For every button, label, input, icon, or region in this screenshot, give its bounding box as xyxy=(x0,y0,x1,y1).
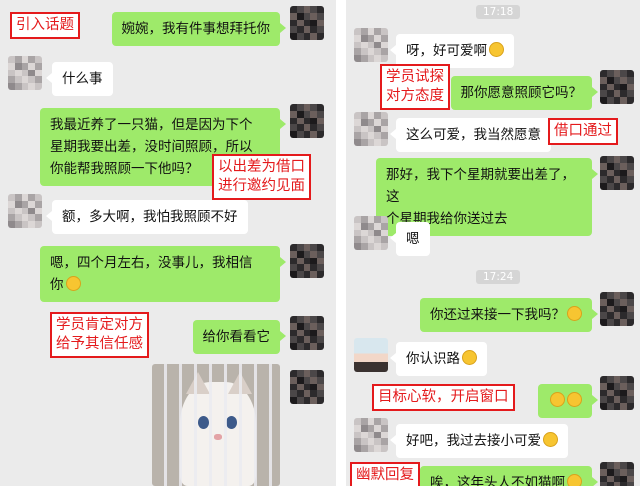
smile-emoji-icon xyxy=(65,276,81,291)
message-bubble-self[interactable]: 婉婉，我有件事想拜托你 xyxy=(111,12,286,46)
annotation-line: 对方态度 xyxy=(386,88,444,104)
annotation-label: 学员试探 对方态度 xyxy=(380,64,450,110)
message-bubble-other[interactable]: 嗯 xyxy=(390,222,430,256)
message-line: 我最近养了一只猫，但是因为下个 xyxy=(50,117,253,133)
contact-avatar[interactable] xyxy=(354,112,388,146)
timestamp: 17:18 xyxy=(476,5,521,19)
cage-bars xyxy=(152,364,280,486)
message-bubble-self[interactable]: 嗯，四个月左右，没事儿，我相信 你 xyxy=(40,246,286,302)
annotation-label: 幽默回复 xyxy=(350,462,420,486)
message-bubble-other[interactable]: 什么事 xyxy=(46,62,113,96)
self-avatar[interactable] xyxy=(290,104,324,138)
self-avatar[interactable] xyxy=(290,6,324,40)
annotation-line: 以出差为借口 xyxy=(218,159,305,175)
message-line: 你 xyxy=(50,274,270,296)
annotation-label: 学员肯定对方 给予其信任感 xyxy=(50,312,149,358)
message-bubble-self[interactable]: 那你愿意照顾它吗？ xyxy=(450,76,598,110)
message-bubble-self[interactable]: 唉，这年头人不如猫啊 xyxy=(420,466,598,486)
message-bubble-other[interactable]: 这么可爱，我当然愿意 xyxy=(390,118,551,152)
chat-panel-left: 婉婉，我有件事想拜托你 什么事 我最近养了一只猫，但是因为下个 星期我要出差，没… xyxy=(0,0,336,486)
contact-avatar[interactable] xyxy=(8,194,42,228)
annotation-line: 学员试探 xyxy=(386,69,444,85)
smile-emoji-icon xyxy=(489,42,504,57)
self-avatar[interactable] xyxy=(600,156,634,190)
self-avatar[interactable] xyxy=(290,370,324,404)
annotation-label: 目标心软，开启窗口 xyxy=(372,384,515,411)
annotation-line: 学员肯定对方 xyxy=(56,317,143,333)
wink-emoji-icon xyxy=(543,432,558,447)
contact-avatar[interactable] xyxy=(354,216,388,250)
message-line: 嗯，四个月左右，没事儿，我相信 xyxy=(50,255,253,271)
annotation-label: 以出差为借口 进行邀约见面 xyxy=(212,154,311,200)
laugh-emoji-icon xyxy=(567,392,582,407)
contact-avatar[interactable] xyxy=(8,56,42,90)
message-bubble-other[interactable]: 呀，好可爱啊 xyxy=(390,34,514,68)
timestamp: 17:24 xyxy=(476,270,521,284)
annotation-label: 借口通过 xyxy=(548,118,618,145)
contact-avatar[interactable] xyxy=(354,418,388,452)
message-bubble-self[interactable] xyxy=(538,384,598,418)
annotation-line: 给予其信任感 xyxy=(56,336,143,352)
chat-panel-right: 17:18 呀，好可爱啊 那你愿意照顾它吗？ 这么可爱，我当然愿意 那好，我下个… xyxy=(346,0,640,486)
message-bubble-other[interactable]: 额，多大啊，我怕我照顾不好 xyxy=(46,200,248,234)
annotation-line: 进行邀约见面 xyxy=(218,178,305,194)
smile-emoji-icon xyxy=(567,306,582,321)
self-avatar[interactable] xyxy=(290,316,324,350)
self-avatar[interactable] xyxy=(600,292,634,326)
message-line: 那好，我下个星期就要出差了，这 xyxy=(386,167,575,205)
self-avatar[interactable] xyxy=(290,244,324,278)
annotation-label: 引入话题 xyxy=(10,12,80,39)
contact-avatar-photo[interactable] xyxy=(354,338,388,372)
message-bubble-self[interactable]: 你还过来接一下我吗？ xyxy=(420,298,598,332)
laugh-emoji-icon xyxy=(550,392,565,407)
contact-avatar[interactable] xyxy=(354,28,388,62)
message-bubble-self[interactable]: 给你看看它 xyxy=(192,320,286,354)
message-bubble-other[interactable]: 你认识路 xyxy=(390,342,487,376)
kitten-photo[interactable] xyxy=(152,364,280,486)
self-avatar[interactable] xyxy=(600,70,634,104)
smile-emoji-icon xyxy=(462,350,477,365)
self-avatar[interactable] xyxy=(600,376,634,410)
cat-emoji-icon xyxy=(567,474,582,486)
message-bubble-other[interactable]: 好吧，我过去接小可爱 xyxy=(390,424,568,458)
self-avatar[interactable] xyxy=(600,462,634,486)
